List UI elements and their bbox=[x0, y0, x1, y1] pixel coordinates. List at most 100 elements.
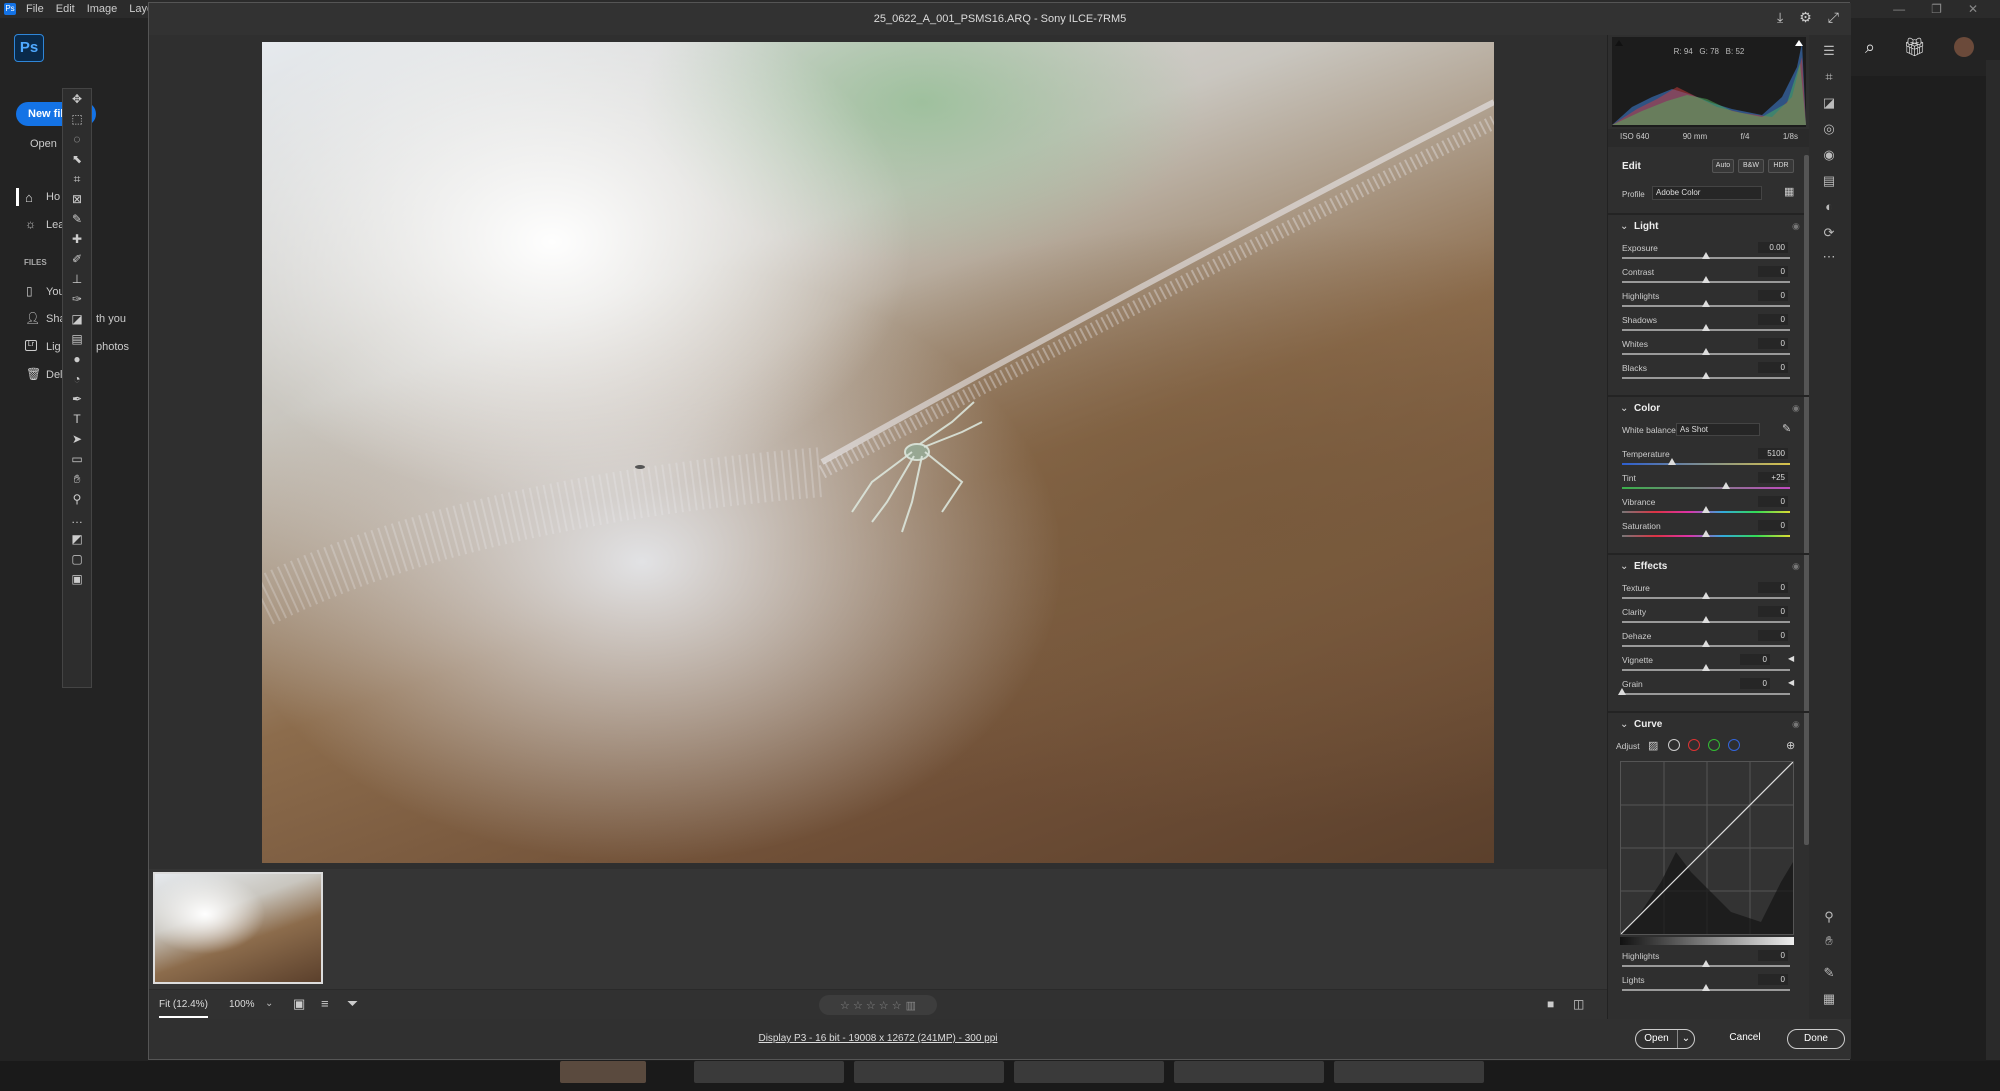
eyedropper-icon[interactable]: ✎ bbox=[63, 209, 91, 229]
slider-value-input[interactable]: 0 bbox=[1758, 606, 1788, 617]
open-button[interactable]: Open bbox=[30, 138, 57, 150]
chevron-down-icon[interactable]: ⌄ bbox=[1620, 719, 1628, 730]
hdr-button[interactable]: HDR bbox=[1768, 159, 1794, 173]
slider-thumb[interactable] bbox=[1618, 688, 1626, 695]
crop-icon[interactable]: ⌗ bbox=[63, 169, 91, 189]
rating-stars[interactable]: ☆ ☆ ☆ ☆ ☆ ▥ bbox=[819, 995, 937, 1015]
filmstrip-thumbnail[interactable] bbox=[153, 872, 323, 984]
slider-value-input[interactable]: 0 bbox=[1758, 974, 1788, 985]
light-heading[interactable]: Light bbox=[1634, 221, 1658, 232]
slider-value-input[interactable]: 0 bbox=[1758, 338, 1788, 349]
chevron-down-icon[interactable]: ⌄ bbox=[1620, 561, 1628, 572]
parametric-curve-icon[interactable]: ▨ bbox=[1648, 739, 1658, 752]
slider-thumb[interactable] bbox=[1702, 300, 1710, 307]
open-label[interactable]: Open bbox=[1636, 1030, 1678, 1048]
targeted-adjust-icon[interactable]: ⊕ bbox=[1786, 739, 1795, 752]
zoom-fit-button[interactable]: Fit (12.4%) bbox=[159, 999, 208, 1018]
slider-value-input[interactable]: 0 bbox=[1758, 290, 1788, 301]
eraser-icon[interactable]: ◪ bbox=[63, 309, 91, 329]
slider-thumb[interactable] bbox=[1702, 276, 1710, 283]
visibility-eye-icon[interactable]: ◉ bbox=[1792, 719, 1800, 730]
slider-thumb[interactable] bbox=[1702, 664, 1710, 671]
more-tools-icon[interactable]: … bbox=[63, 509, 91, 529]
edit-sliders-icon[interactable]: ☰ bbox=[1821, 43, 1837, 59]
recent-thumbnail[interactable] bbox=[560, 1061, 646, 1083]
close-icon[interactable]: ✕ bbox=[1968, 2, 1978, 16]
chevron-down-icon[interactable]: ⌄ bbox=[265, 998, 273, 1009]
star-rating-text[interactable]: ☆ ☆ ☆ ☆ ☆ bbox=[840, 999, 902, 1012]
highlight-clip-icon[interactable] bbox=[1795, 40, 1803, 46]
bw-button[interactable]: B&W bbox=[1738, 159, 1764, 173]
brush-icon[interactable]: ✐ bbox=[63, 249, 91, 269]
recent-thumbnail[interactable] bbox=[1334, 1061, 1484, 1083]
chevron-down-icon[interactable]: ⌄ bbox=[1620, 221, 1628, 232]
sidebar-item-deleted[interactable]: Del bbox=[46, 369, 63, 381]
slider-thumb[interactable] bbox=[1702, 640, 1710, 647]
stamp-icon[interactable]: ⊥ bbox=[63, 269, 91, 289]
recent-thumbnail[interactable] bbox=[854, 1061, 1004, 1083]
crop-icon[interactable]: ⌗ bbox=[1821, 69, 1837, 85]
restore-icon[interactable]: ❐ bbox=[1931, 2, 1942, 16]
sync-icon[interactable]: ⟳ bbox=[1821, 225, 1837, 241]
masking-icon[interactable]: ◎ bbox=[1821, 121, 1837, 137]
open-button[interactable]: Open ⌄ bbox=[1635, 1029, 1695, 1049]
recent-thumbnail[interactable] bbox=[1174, 1061, 1324, 1083]
slider-track[interactable] bbox=[1622, 463, 1790, 465]
point-curve-red-icon[interactable] bbox=[1688, 739, 1700, 751]
slider-track[interactable] bbox=[1622, 487, 1790, 489]
slider-value-input[interactable]: 0 bbox=[1758, 496, 1788, 507]
rectangle-icon[interactable]: ▭ bbox=[63, 449, 91, 469]
history-brush-icon[interactable]: ✑ bbox=[63, 289, 91, 309]
before-after-icon[interactable]: ◫ bbox=[1573, 997, 1584, 1011]
pen-icon[interactable]: ✒ bbox=[63, 389, 91, 409]
slider-thumb[interactable] bbox=[1702, 960, 1710, 967]
type-icon[interactable]: T bbox=[63, 409, 91, 429]
hand-icon[interactable]: ✋︎ bbox=[63, 469, 91, 489]
slider-thumb[interactable] bbox=[1702, 616, 1710, 623]
avatar[interactable] bbox=[1954, 37, 1974, 57]
search-icon[interactable]: ⌕ bbox=[1865, 37, 1875, 58]
slider-thumb[interactable] bbox=[1702, 348, 1710, 355]
blur-icon[interactable]: ● bbox=[63, 349, 91, 369]
slider-thumb[interactable] bbox=[1722, 482, 1730, 489]
ps-scrollbar[interactable] bbox=[1986, 60, 2000, 1060]
dodge-icon[interactable]: ◔ bbox=[63, 369, 91, 389]
redeye-icon[interactable]: ◉ bbox=[1821, 147, 1837, 163]
lasso-icon[interactable]: ◌ bbox=[63, 129, 91, 149]
preview-image[interactable] bbox=[262, 42, 1494, 863]
slider-thumb[interactable] bbox=[1702, 530, 1710, 537]
cancel-button[interactable]: Cancel bbox=[1717, 1029, 1773, 1049]
slider-value-input[interactable]: 0 bbox=[1740, 654, 1770, 665]
sidebar-item-lightroom[interactable]: Lig bbox=[46, 341, 61, 353]
effects-heading[interactable]: Effects bbox=[1634, 561, 1667, 572]
save-icon[interactable]: ⤓ bbox=[1777, 9, 1783, 26]
move-icon[interactable]: ✥ bbox=[63, 89, 91, 109]
slider-thumb[interactable] bbox=[1702, 984, 1710, 991]
quick-mask-icon[interactable]: ▢ bbox=[63, 549, 91, 569]
gift-icon[interactable]: 🎁︎ bbox=[1903, 37, 1926, 58]
visibility-eye-icon[interactable]: ◉ bbox=[1792, 221, 1800, 232]
healing-icon[interactable]: ✚ bbox=[63, 229, 91, 249]
menu-edit[interactable]: Edit bbox=[50, 3, 81, 15]
menu-image[interactable]: Image bbox=[81, 3, 124, 15]
slider-thumb[interactable] bbox=[1702, 324, 1710, 331]
expand-triangle-icon[interactable]: ◀ bbox=[1788, 654, 1794, 663]
recent-thumbnail[interactable] bbox=[694, 1061, 844, 1083]
color-swatches-icon[interactable]: ◩ bbox=[63, 529, 91, 549]
slider-thumb[interactable] bbox=[1668, 458, 1676, 465]
auto-button[interactable]: Auto bbox=[1712, 159, 1734, 173]
filter-icon[interactable]: ⏷ bbox=[347, 995, 358, 1012]
grid-overlay-icon[interactable]: ▦ bbox=[1821, 991, 1837, 1007]
tone-curve-graph[interactable] bbox=[1620, 761, 1794, 935]
menu-file[interactable]: File bbox=[20, 3, 50, 15]
white-balance-select[interactable]: As Shot bbox=[1676, 423, 1760, 436]
point-curve-green-icon[interactable] bbox=[1708, 739, 1720, 751]
zoom-percent-select[interactable]: 100% bbox=[229, 999, 255, 1010]
point-curve-blue-icon[interactable] bbox=[1728, 739, 1740, 751]
slider-value-input[interactable]: 0 bbox=[1758, 314, 1788, 325]
eyedropper-icon[interactable]: ✎ bbox=[1782, 422, 1791, 435]
sidebar-item-home[interactable]: Ho bbox=[46, 191, 60, 203]
minimize-icon[interactable]: — bbox=[1893, 2, 1905, 16]
curve-heading[interactable]: Curve bbox=[1634, 719, 1662, 730]
path-select-icon[interactable]: ➤ bbox=[63, 429, 91, 449]
